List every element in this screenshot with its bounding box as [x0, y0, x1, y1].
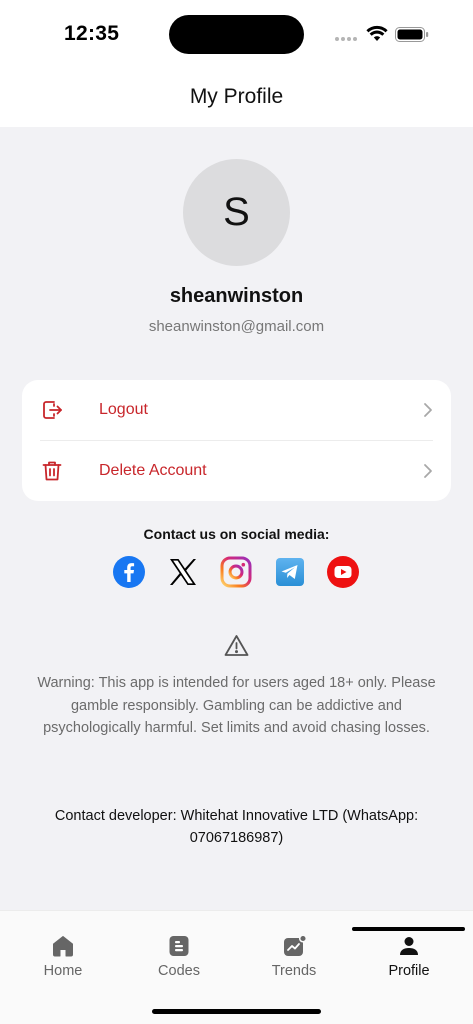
page-title: My Profile [189, 85, 284, 108]
delete-account-button[interactable]: Delete Account [22, 441, 451, 501]
codes-icon [169, 936, 189, 956]
delete-account-label: Delete Account [99, 462, 207, 479]
home-indicator [152, 1009, 321, 1014]
youtube-icon[interactable] [327, 556, 359, 588]
tab-home[interactable]: Home [4, 931, 122, 991]
dynamic-island [169, 15, 304, 54]
tab-home-label: Home [43, 963, 83, 979]
facebook-icon[interactable] [113, 556, 145, 588]
warning-text: Warning: This app is intended for users … [37, 675, 436, 736]
chevron-right-icon [424, 464, 432, 478]
avatar-initial: S [223, 190, 250, 234]
trash-icon [42, 461, 62, 481]
trends-icon [284, 935, 307, 956]
tab-profile-label: Profile [388, 963, 430, 979]
tab-trends-label: Trends [271, 963, 317, 979]
avatar: S [183, 159, 290, 266]
account-actions-card: Logout Delete Account [22, 380, 451, 501]
user-email: sheanwinston@gmail.com [148, 318, 325, 335]
wifi-icon [366, 25, 388, 41]
instagram-icon[interactable] [220, 556, 252, 588]
tab-codes[interactable]: Codes [120, 931, 238, 991]
telegram-icon[interactable] [274, 556, 306, 588]
cellular-signal-icon [335, 37, 357, 41]
status-bar: 12:35 [0, 0, 473, 66]
chevron-right-icon [424, 403, 432, 417]
x-icon[interactable] [167, 556, 199, 588]
logout-button[interactable]: Logout [22, 380, 451, 440]
logout-label: Logout [99, 401, 148, 418]
bottom-tab-bar: Home Codes Trends Profile [0, 910, 473, 1024]
tab-profile[interactable]: Profile [350, 931, 468, 991]
home-icon [53, 936, 73, 957]
social-title: Contact us on social media: [143, 526, 330, 542]
tab-trends[interactable]: Trends [235, 931, 353, 991]
battery-icon [395, 27, 429, 42]
developer-contact: Contact developer: Whitehat Innovative L… [54, 808, 419, 846]
social-links [0, 556, 473, 588]
logout-icon [43, 401, 62, 419]
warning-icon [224, 635, 249, 656]
profile-icon [400, 937, 418, 955]
page-header: My Profile [0, 66, 473, 127]
status-time: 12:35 [64, 22, 120, 45]
tab-codes-label: Codes [158, 963, 200, 979]
username: sheanwinston [169, 285, 304, 307]
